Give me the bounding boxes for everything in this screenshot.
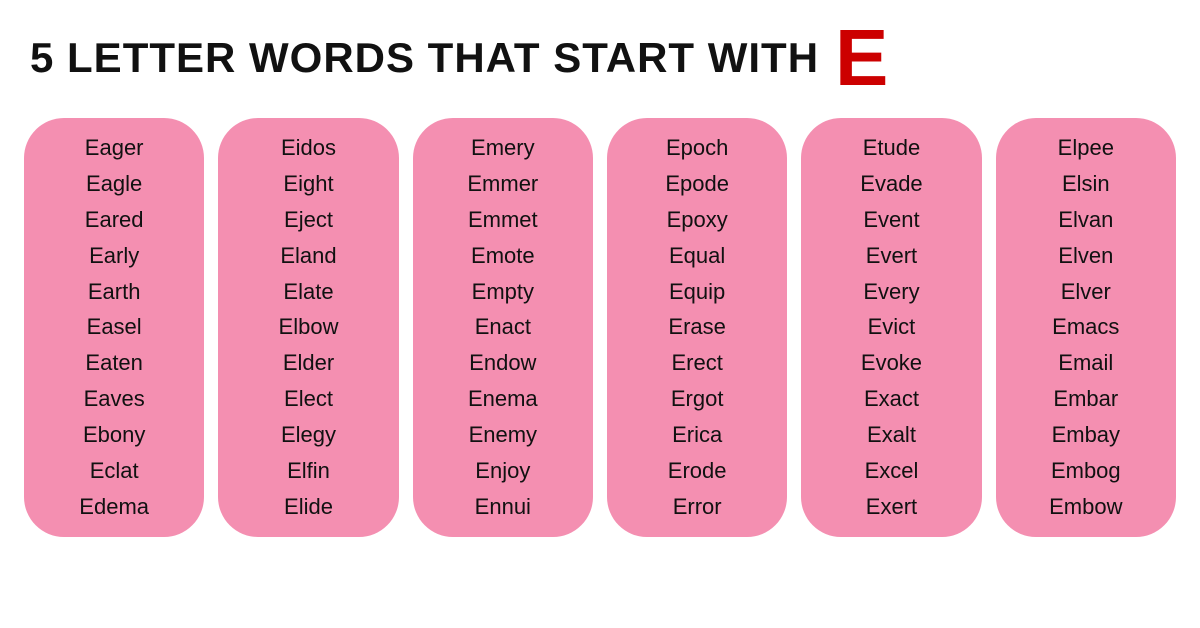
word-item: Exalt bbox=[867, 419, 916, 451]
word-item: Excel bbox=[865, 455, 919, 487]
word-item: Erica bbox=[672, 419, 722, 451]
page-header: 5 LETTER WORDS THAT START WITH E bbox=[0, 0, 1200, 108]
word-item: Error bbox=[673, 491, 722, 523]
word-item: Eagle bbox=[86, 168, 142, 200]
word-item: Embar bbox=[1053, 383, 1118, 415]
featured-letter: E bbox=[835, 18, 888, 98]
word-item: Elpee bbox=[1058, 132, 1114, 164]
word-item: Erode bbox=[668, 455, 727, 487]
word-item: Enact bbox=[475, 311, 531, 343]
word-item: Eared bbox=[85, 204, 144, 236]
word-column-6: Elpee Elsin Elvan Elven ElverEmacs Email Embar… bbox=[996, 118, 1176, 537]
word-item: Eaten bbox=[85, 347, 143, 379]
word-item: Exert bbox=[866, 491, 917, 523]
word-item: Elbow bbox=[279, 311, 339, 343]
word-column-1: Eager Eagle Eared Early EarthEasel Eaten Eaves… bbox=[24, 118, 204, 537]
word-item: Elect bbox=[284, 383, 333, 415]
word-item: Empty bbox=[472, 276, 534, 308]
word-item: Eland bbox=[280, 240, 336, 272]
word-item: Enemy bbox=[469, 419, 537, 451]
word-item: Event bbox=[863, 204, 919, 236]
word-item: Erase bbox=[668, 311, 725, 343]
word-item: Elsin bbox=[1062, 168, 1110, 200]
word-item: Ennui bbox=[475, 491, 531, 523]
word-item: Erect bbox=[671, 347, 722, 379]
word-item: Early bbox=[89, 240, 139, 272]
word-item: Eight bbox=[283, 168, 333, 200]
word-item: Endow bbox=[469, 347, 536, 379]
word-item: Emmer bbox=[467, 168, 538, 200]
word-column-3: Emery Emmer Emmet Emote EmptyEnact Endow Enema… bbox=[413, 118, 593, 537]
word-columns: Eager Eagle Eared Early EarthEasel Eaten Eaves… bbox=[0, 108, 1200, 547]
word-item: Easel bbox=[87, 311, 142, 343]
word-item: Etude bbox=[863, 132, 921, 164]
word-item: Elven bbox=[1058, 240, 1113, 272]
word-item: Evert bbox=[866, 240, 917, 272]
word-item: Email bbox=[1058, 347, 1113, 379]
word-item: Elfin bbox=[287, 455, 330, 487]
word-item: Emmet bbox=[468, 204, 538, 236]
word-column-5: Etude Evade Event Evert EveryEvict Evoke Exact… bbox=[801, 118, 981, 537]
word-item: Elate bbox=[283, 276, 333, 308]
page-title: 5 LETTER WORDS THAT START WITH bbox=[30, 34, 819, 82]
word-item: Elvan bbox=[1058, 204, 1113, 236]
word-item: Eject bbox=[284, 204, 333, 236]
word-item: Emacs bbox=[1052, 311, 1119, 343]
word-item: Evict bbox=[868, 311, 916, 343]
word-item: Earth bbox=[88, 276, 141, 308]
word-item: Ebony bbox=[83, 419, 145, 451]
word-item: Epoxy bbox=[667, 204, 728, 236]
word-item: Epoch bbox=[666, 132, 728, 164]
word-column-2: Eidos Eight Eject Eland ElateElbow Elder Elect… bbox=[218, 118, 398, 537]
word-item: Emery bbox=[471, 132, 535, 164]
word-item: Evade bbox=[860, 168, 922, 200]
word-item: Enjoy bbox=[475, 455, 530, 487]
word-item: Eclat bbox=[90, 455, 139, 487]
word-item: Every bbox=[863, 276, 919, 308]
word-column-4: Epoch Epode Epoxy Equal EquipErase Erect Ergot… bbox=[607, 118, 787, 537]
word-item: Elide bbox=[284, 491, 333, 523]
word-item: Embay bbox=[1052, 419, 1120, 451]
word-item: Eidos bbox=[281, 132, 336, 164]
word-item: Embog bbox=[1051, 455, 1121, 487]
word-item: Elder bbox=[283, 347, 334, 379]
word-item: Edema bbox=[79, 491, 149, 523]
word-item: Ergot bbox=[671, 383, 724, 415]
word-item: Embow bbox=[1049, 491, 1122, 523]
word-item: Enema bbox=[468, 383, 538, 415]
word-item: Equip bbox=[669, 276, 725, 308]
word-item: Evoke bbox=[861, 347, 922, 379]
word-item: Elver bbox=[1061, 276, 1111, 308]
word-item: Equal bbox=[669, 240, 725, 272]
word-item: Eaves bbox=[84, 383, 145, 415]
word-item: Epode bbox=[665, 168, 729, 200]
word-item: Eager bbox=[85, 132, 144, 164]
word-item: Elegy bbox=[281, 419, 336, 451]
word-item: Exact bbox=[864, 383, 919, 415]
word-item: Emote bbox=[471, 240, 535, 272]
